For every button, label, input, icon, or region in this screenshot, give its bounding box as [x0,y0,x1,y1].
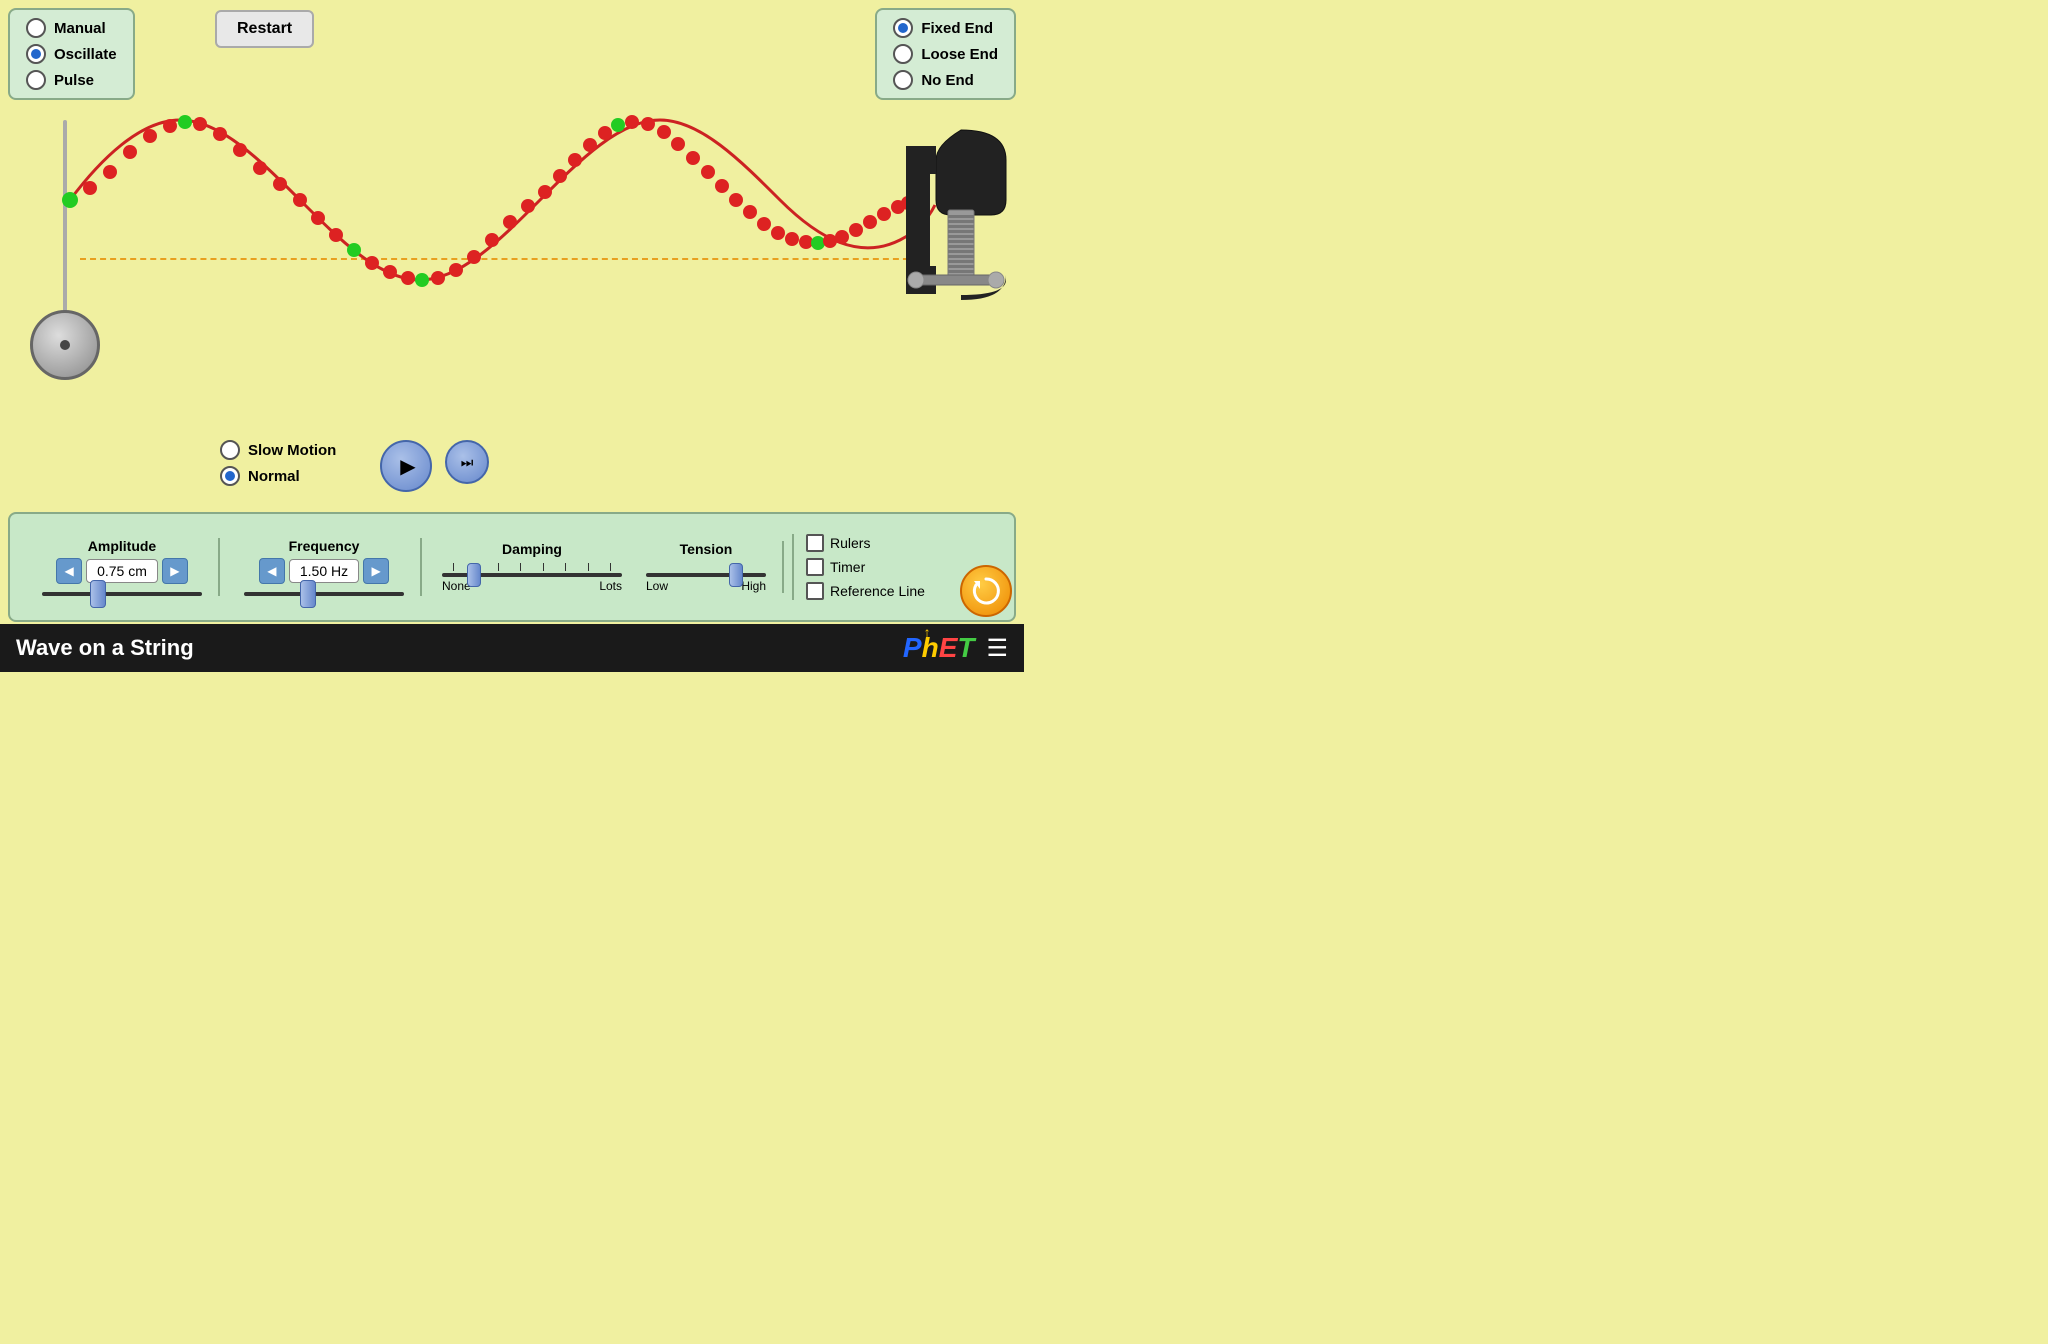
tension-slider-track [646,573,766,577]
controls-panel: Amplitude ◀ 0.75 cm ▶ Frequency ◀ 1.50 H… [8,512,1016,622]
damping-none-label: None [442,579,471,593]
frequency-value: 1.50 Hz [289,559,359,583]
tension-slider-thumb[interactable] [729,563,743,587]
frequency-control: ◀ 1.50 Hz ▶ [259,558,389,584]
phet-e: E [939,632,958,663]
tension-section: Tension Low High [634,541,784,593]
frequency-section: Frequency ◀ 1.50 Hz ▶ [228,538,422,596]
app-title: Wave on a String [16,635,194,661]
reset-icon [970,575,1002,607]
wave-display [60,100,960,300]
bottom-bar: Wave on a String Ph↑ET ☰ [0,624,1024,672]
rulers-option[interactable]: Rulers [806,534,925,552]
normal-label: Normal [248,468,300,485]
normal-radio[interactable] [220,466,240,486]
timer-label: Timer [830,559,865,575]
amplitude-slider-track [42,592,202,596]
step-button[interactable]: ⏭ [445,440,489,484]
tension-low-label: Low [646,579,668,593]
normal-speed-option[interactable]: Normal [220,466,336,486]
phet-p: P [903,632,922,663]
timer-option[interactable]: Timer [806,558,925,576]
damping-lots-label: Lots [599,579,622,593]
slow-motion-option[interactable]: Slow Motion [220,440,336,460]
amplitude-control: ◀ 0.75 cm ▶ [56,558,188,584]
play-button[interactable]: ▶ [380,440,432,492]
frequency-slider-track [244,592,404,596]
damping-slider-track [442,573,622,577]
oscillator-wheel[interactable] [30,310,100,380]
damping-slider-thumb[interactable] [467,563,481,587]
frequency-slider-row [244,592,404,596]
play-icon: ▶ [400,454,415,479]
oscillator-dot [60,340,70,350]
step-icon: ⏭ [461,454,474,471]
tension-high-label: High [741,579,766,593]
phet-h: h↑ [922,632,939,663]
slow-motion-label: Slow Motion [248,442,336,459]
amplitude-decrease-button[interactable]: ◀ [56,558,82,584]
menu-icon[interactable]: ☰ [986,634,1008,663]
amplitude-slider-row [42,592,202,596]
amplitude-section: Amplitude ◀ 0.75 cm ▶ [26,538,220,596]
rulers-checkbox[interactable] [806,534,824,552]
reference-line-label: Reference Line [830,583,925,599]
speed-panel: Slow Motion Normal [220,440,336,486]
phet-logo: Ph↑ET ☰ [903,632,1008,664]
reset-button[interactable] [960,565,1012,617]
damping-section: Damping None Lots [430,541,634,593]
amplitude-increase-button[interactable]: ▶ [162,558,188,584]
damping-label: Damping [502,541,562,557]
amplitude-label: Amplitude [88,538,156,554]
reference-line-checkbox[interactable] [806,582,824,600]
extras-section: Rulers Timer Reference Line [792,534,937,600]
slow-motion-radio[interactable] [220,440,240,460]
frequency-slider-thumb[interactable] [300,580,316,608]
tension-label: Tension [680,541,733,557]
phet-t: T [957,632,974,663]
timer-checkbox[interactable] [806,558,824,576]
frequency-decrease-button[interactable]: ◀ [259,558,285,584]
tension-labels: Low High [646,579,766,593]
reference-line-option[interactable]: Reference Line [806,582,925,600]
amplitude-slider-thumb[interactable] [90,580,106,608]
rulers-label: Rulers [830,535,870,551]
frequency-label: Frequency [289,538,360,554]
clamp [906,120,1016,320]
frequency-increase-button[interactable]: ▶ [363,558,389,584]
